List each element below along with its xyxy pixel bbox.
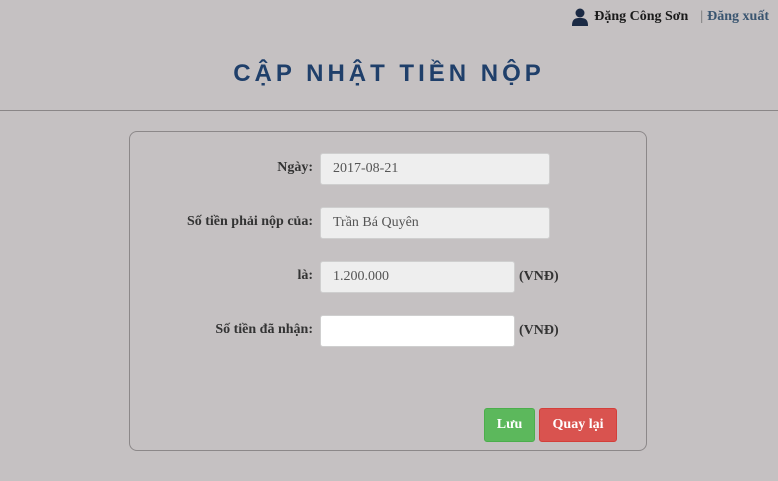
save-button[interactable]: Lưu (484, 408, 535, 442)
date-label: Ngày: (277, 160, 313, 175)
amount-received-input[interactable] (320, 315, 515, 347)
payment-form: Ngày: Số tiền phải nộp của: là: (VNĐ) Số… (129, 131, 647, 451)
separator: | (700, 9, 704, 24)
amount-due-label: là: (297, 268, 313, 283)
back-button[interactable]: Quay lại (539, 408, 617, 442)
amount-due-unit: (VNĐ) (519, 269, 559, 284)
amount-due-field[interactable] (320, 261, 515, 293)
page-title: CẬP NHẬT TIỀN NỘP (233, 60, 545, 87)
payer-field[interactable] (320, 207, 550, 239)
logout-link[interactable]: Đăng xuất (707, 9, 769, 25)
user-bar: Đặng Công Sơn | Đăng xuất (572, 8, 769, 26)
header-divider (0, 110, 778, 111)
user-name: Đặng Công Sơn (594, 9, 689, 24)
amount-received-unit: (VNĐ) (519, 323, 559, 338)
payer-label: Số tiền phải nộp của: (186, 214, 313, 229)
amount-received-label: Số tiền đã nhận: (215, 322, 313, 337)
user-icon (572, 8, 589, 26)
date-field[interactable] (320, 153, 550, 185)
